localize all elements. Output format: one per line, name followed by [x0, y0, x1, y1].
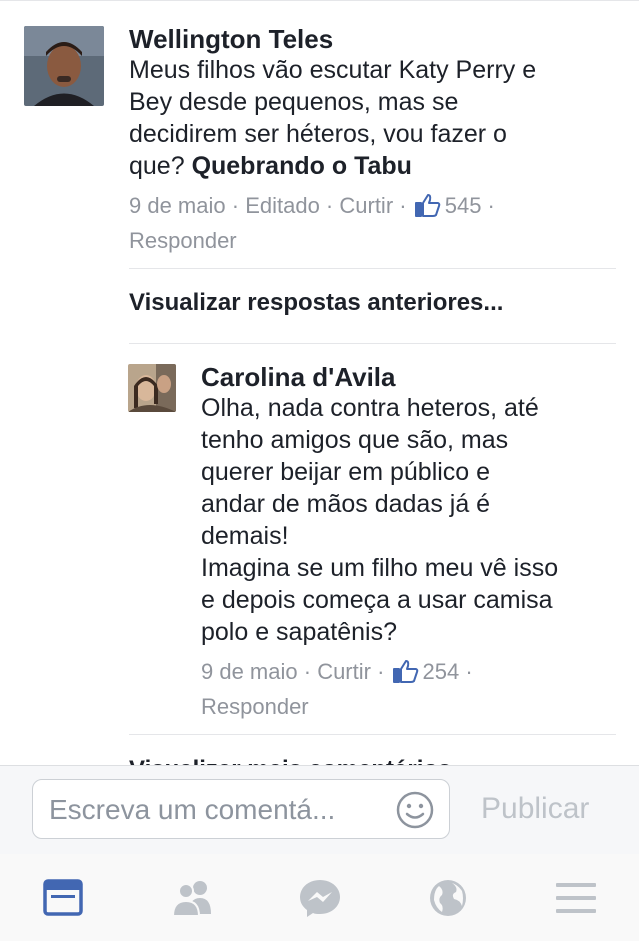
view-more-comments-link[interactable]: Visualizar mais comentários — [129, 756, 451, 765]
like-thumb-icon[interactable] — [392, 659, 419, 691]
like-count: 254 — [422, 659, 460, 684]
comment-text-line: andar de mãos dadas já é — [201, 490, 491, 518]
comment-text-line: Imagina se um filho meu vê isso — [201, 554, 559, 582]
view-previous-replies-link[interactable]: Visualizar respostas anteriores... — [129, 289, 503, 317]
comments-feed: Wellington Teles Meus filhos vão escutar… — [0, 0, 639, 765]
comment-text-line: Olha, nada contra heteros, até — [201, 394, 539, 422]
like-count: 545 — [444, 193, 482, 218]
comment-text-line: polo e sapatênis? — [201, 618, 397, 646]
comment-text-fragment: que? — [129, 152, 192, 180]
avatar[interactable] — [128, 364, 176, 412]
comment-text-line: e depois começa a usar camisa — [201, 586, 553, 614]
comment: Wellington Teles Meus filhos vão escutar… — [129, 24, 619, 256]
reply-comment: Carolina d'Avila Olha, nada contra heter… — [201, 362, 621, 722]
comment-text-line: que? Quebrando o Tabu — [129, 150, 619, 182]
divider — [129, 734, 616, 735]
comment-text-line: decidirem ser héteros, vou fazer o — [129, 120, 507, 148]
friends-icon[interactable] — [169, 878, 213, 918]
edited-label[interactable]: Editado — [245, 193, 320, 218]
like-thumb-icon[interactable] — [414, 193, 441, 225]
comment-text-line: Bey desde pequenos, mas se — [129, 88, 459, 116]
globe-icon[interactable] — [426, 878, 470, 918]
news-feed-icon[interactable] — [42, 878, 86, 918]
comment-text-line: Meus filhos vão escutar Katy Perry e — [129, 56, 537, 84]
comment-text: Meus filhos vão escutar Katy Perry e Bey… — [129, 54, 619, 182]
smiley-icon[interactable] — [395, 790, 435, 835]
comment-meta: 9 de maio · Editado · Curtir · 545 · Resp… — [129, 193, 495, 253]
comment-author[interactable]: Wellington Teles — [129, 24, 619, 54]
like-link[interactable]: Curtir — [317, 659, 371, 684]
comment-text: Olha, nada contra heteros, até tenho ami… — [201, 392, 621, 648]
publish-button[interactable]: Publicar — [481, 792, 589, 826]
comment-input[interactable]: Escreva um comentá... — [32, 779, 450, 839]
menu-icon[interactable] — [554, 878, 598, 918]
divider — [129, 343, 616, 344]
reply-link[interactable]: Responder — [201, 694, 309, 719]
comment-text-line: querer beijar em público e — [201, 458, 491, 486]
comment-text-line: tenho amigos que são, mas — [201, 426, 509, 454]
messenger-icon[interactable] — [298, 878, 342, 918]
reply-link[interactable]: Responder — [129, 228, 237, 253]
comment-meta: 9 de maio · Curtir · 254 · Responder — [201, 659, 473, 719]
like-link[interactable]: Curtir — [339, 193, 393, 218]
avatar[interactable] — [24, 26, 104, 106]
comment-date[interactable]: 9 de maio — [129, 193, 226, 218]
comment-composer: Escreva um comentá... Publicar — [0, 765, 639, 855]
divider — [129, 268, 616, 269]
comment-author[interactable]: Carolina d'Avila — [201, 362, 621, 392]
comment-input-placeholder: Escreva um comentá... — [49, 794, 336, 825]
page-mention[interactable]: Quebrando o Tabu — [192, 152, 412, 180]
comment-text-line: demais! — [201, 522, 289, 550]
comment-date[interactable]: 9 de maio — [201, 659, 298, 684]
bottom-tab-bar — [0, 854, 639, 941]
